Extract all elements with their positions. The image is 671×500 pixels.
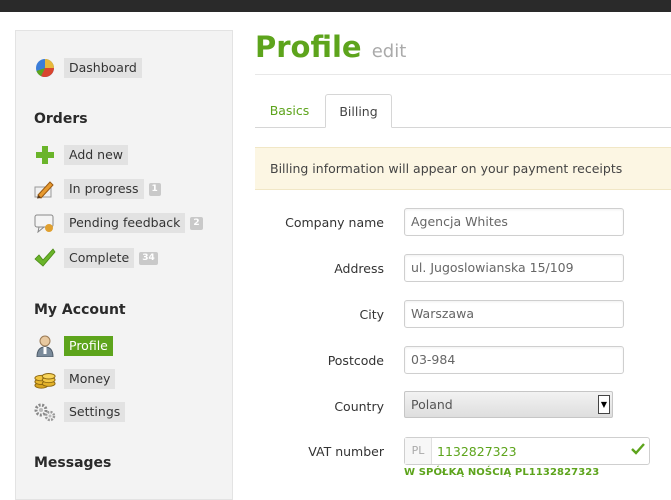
vat-number-field[interactable]: PL 1132827323 (404, 437, 650, 465)
address-field[interactable]: ul. Jugoslowianska 15/109 (404, 254, 624, 282)
chevron-down-icon[interactable]: ▼ (598, 395, 610, 414)
sidebar: Dashboard Orders Add new In progress 1 P… (15, 30, 233, 500)
address-label: Address (334, 261, 384, 276)
vat-number-label: VAT number (308, 444, 384, 459)
sidebar-item-label: In progress (64, 179, 144, 199)
vat-validation-hint: W SPÓŁKĄ NOŚCIĄ PL1132827323 (404, 467, 600, 478)
complete-count-badge: 34 (139, 251, 158, 265)
country-label: Country (334, 399, 384, 414)
plus-icon (34, 144, 56, 166)
my-account-heading: My Account (34, 302, 126, 318)
messages-heading: Messages (34, 455, 112, 471)
vat-number-value[interactable]: 1132827323 (432, 444, 627, 459)
city-label: City (359, 307, 385, 322)
sidebar-item-settings[interactable]: Settings (34, 400, 126, 424)
divider (255, 74, 671, 75)
postcode-field[interactable]: 03-984 (404, 346, 624, 374)
country-selected-value: Poland (411, 397, 453, 412)
company-name-field[interactable]: Agencja Whites (404, 208, 624, 236)
sidebar-item-in-progress[interactable]: In progress 1 (34, 177, 161, 201)
pie-chart-icon (34, 57, 56, 79)
user-icon (34, 335, 56, 357)
sidebar-item-complete[interactable]: Complete 34 (34, 246, 158, 270)
sidebar-item-pending-feedback[interactable]: Pending feedback 2 (34, 211, 203, 235)
sidebar-item-label: Complete (64, 248, 135, 268)
sidebar-item-add-new[interactable]: Add new (34, 143, 129, 167)
sidebar-item-money[interactable]: Money (34, 367, 116, 391)
sidebar-item-label: Pending feedback (64, 213, 186, 233)
sidebar-item-profile[interactable]: Profile (34, 334, 113, 358)
sidebar-item-dashboard[interactable]: Dashboard (34, 56, 142, 80)
sidebar-item-label: Add new (64, 145, 129, 165)
pencil-icon (34, 178, 56, 200)
tabs-divider (255, 127, 671, 128)
vat-prefix: PL (405, 438, 432, 464)
postcode-label: Postcode (327, 353, 384, 368)
edit-link[interactable]: edit (372, 41, 407, 62)
country-select[interactable]: Poland ▼ (404, 391, 613, 418)
sidebar-item-label: Profile (64, 336, 113, 356)
coins-icon (34, 368, 56, 390)
company-name-label: Company name (285, 215, 384, 230)
pending-feedback-count-badge: 2 (190, 216, 203, 230)
tab-billing[interactable]: Billing (325, 94, 392, 128)
tab-basics[interactable]: Basics (258, 94, 321, 127)
orders-heading: Orders (34, 111, 88, 127)
valid-checkmark-icon (627, 443, 649, 459)
sidebar-item-label: Money (64, 369, 116, 389)
sidebar-item-label: Dashboard (64, 58, 142, 78)
top-bar (0, 0, 671, 12)
page-title-row: Profile edit (255, 30, 406, 64)
gear-icon (34, 401, 56, 423)
sidebar-item-label: Settings (64, 402, 126, 422)
billing-info-banner: Billing information will appear on your … (255, 147, 671, 190)
speech-bubble-icon (34, 212, 56, 234)
checkmark-icon (34, 247, 56, 269)
in-progress-count-badge: 1 (148, 182, 161, 196)
city-field[interactable]: Warszawa (404, 300, 624, 328)
page-title: Profile (255, 30, 362, 64)
